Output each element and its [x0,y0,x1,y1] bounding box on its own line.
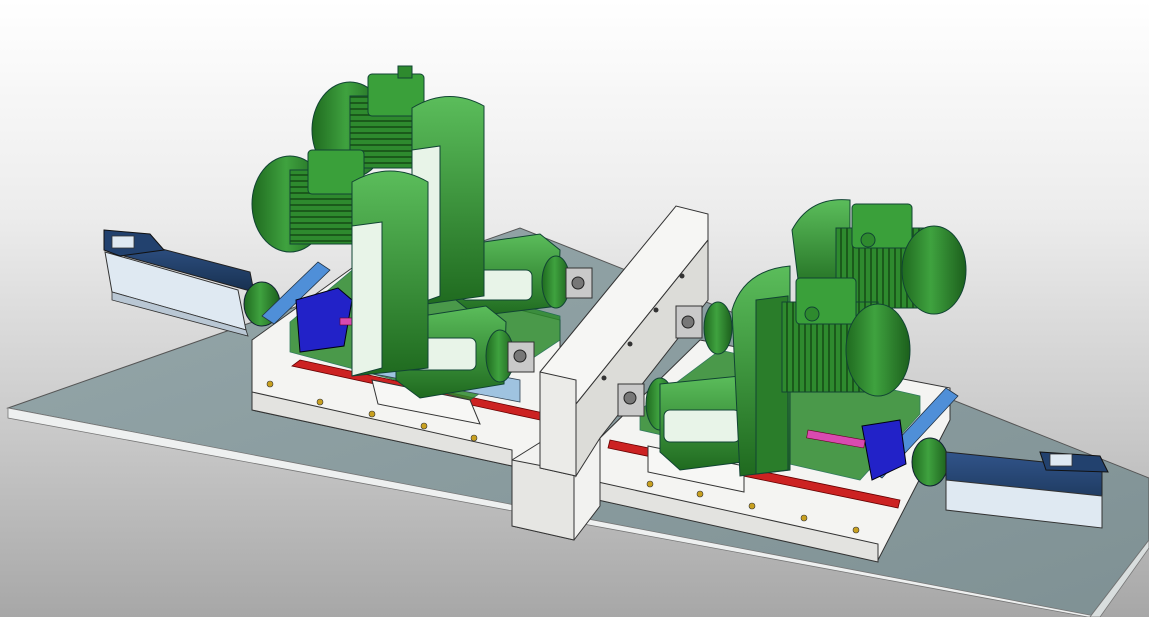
cad-viewport[interactable] [0,0,1149,617]
left-servo-motor [103,229,281,337]
machine-assembly-render [6,65,1149,617]
